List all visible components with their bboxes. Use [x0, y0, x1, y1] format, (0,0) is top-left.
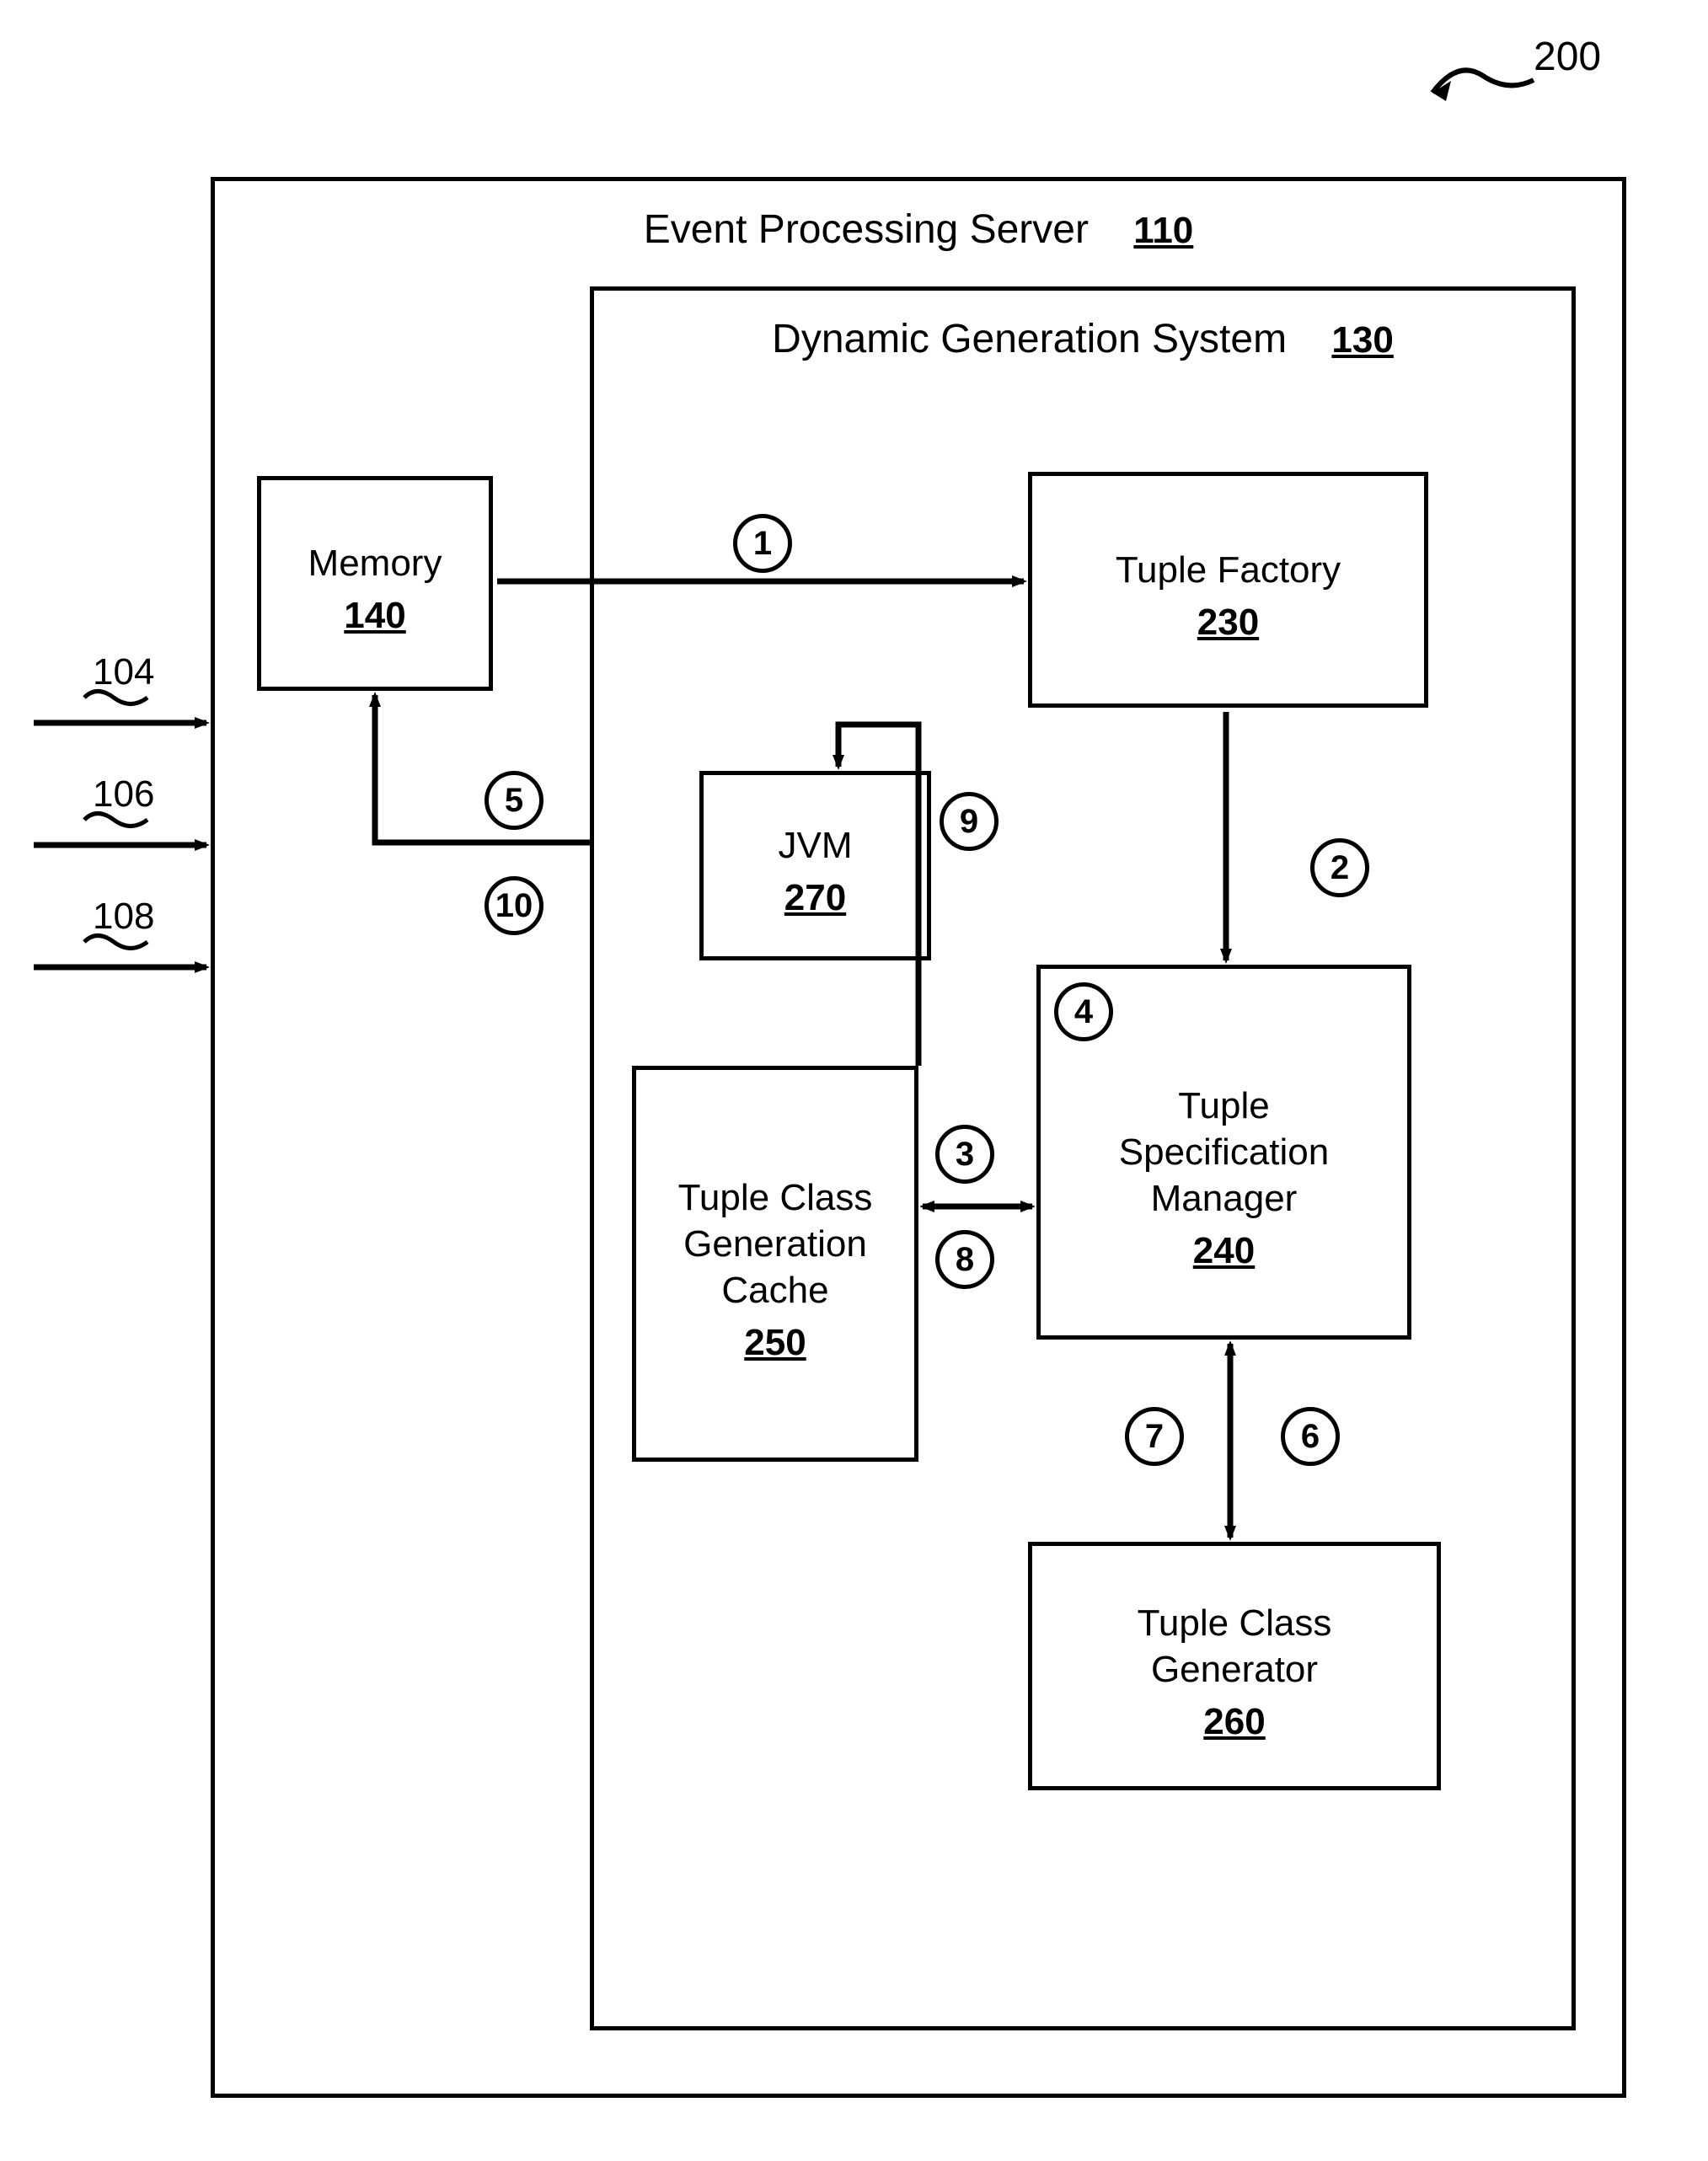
input-104-label: 104: [93, 651, 154, 693]
step-8-circle: 8: [935, 1230, 994, 1289]
jvm-box: JVM 270: [699, 771, 931, 960]
tuple-spec-mgr-ref: 240: [1193, 1225, 1255, 1272]
step-7-circle: 7: [1125, 1407, 1184, 1466]
cache-ref: 250: [744, 1317, 806, 1364]
step-4-circle: 4: [1054, 982, 1113, 1041]
tuple-factory-title: Tuple Factory: [1099, 537, 1357, 596]
step-9-circle: 9: [940, 792, 999, 851]
step-5-circle: 5: [485, 771, 543, 830]
generator-ref: 260: [1203, 1696, 1265, 1743]
step-10-circle: 10: [485, 876, 543, 935]
diagram-root: 200 Event Processing Server 110 Dynamic …: [0, 0, 1708, 2161]
input-108-label: 108: [93, 896, 154, 938]
step-6-circle: 6: [1281, 1407, 1340, 1466]
tuple-factory-box: Tuple Factory 230: [1028, 472, 1428, 708]
cache-title: Tuple Class Generation Cache: [649, 1164, 902, 1317]
tuple-spec-mgr-box: 4 Tuple Specification Manager 240: [1036, 965, 1411, 1340]
jvm-title: JVM: [762, 812, 870, 872]
generator-title: Tuple Class Generator: [1083, 1590, 1386, 1696]
dgs-ref: 130: [1331, 314, 1393, 361]
eps-ref: 110: [1133, 205, 1193, 251]
memory-title: Memory: [292, 530, 459, 590]
tuple-spec-mgr-title: Tuple Specification Manager: [1090, 1032, 1359, 1225]
tuple-factory-ref: 230: [1197, 596, 1259, 644]
step-2-circle: 2: [1310, 838, 1369, 897]
dgs-title: Dynamic Generation System: [772, 317, 1287, 361]
memory-ref: 140: [344, 590, 405, 637]
step-3-circle: 3: [935, 1125, 994, 1184]
step-1-circle: 1: [733, 514, 792, 573]
jvm-ref: 270: [784, 872, 846, 919]
figure-ref: 200: [1534, 34, 1601, 80]
input-106-label: 106: [93, 773, 154, 816]
memory-box: Memory 140: [257, 476, 493, 691]
generator-box: Tuple Class Generator 260: [1028, 1542, 1441, 1790]
eps-title: Event Processing Server: [644, 207, 1089, 252]
cache-box: Tuple Class Generation Cache 250: [632, 1066, 918, 1462]
